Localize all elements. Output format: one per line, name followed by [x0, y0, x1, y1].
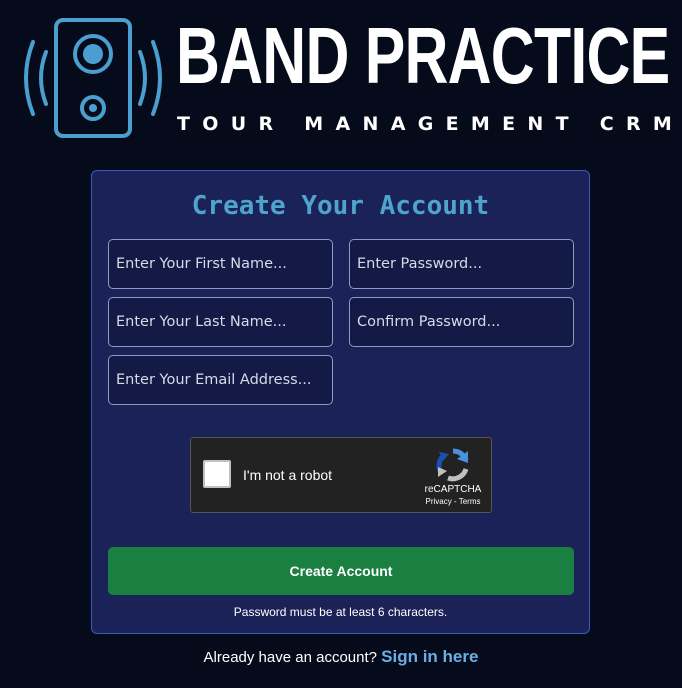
recaptcha-link-separator: -	[451, 497, 459, 506]
recaptcha-label: I'm not a robot	[243, 467, 333, 483]
recaptcha-brand: reCAPTCHA	[424, 484, 482, 495]
email-input[interactable]	[108, 355, 333, 405]
signin-link[interactable]: Sign in here	[381, 647, 478, 666]
recaptcha-checkbox[interactable]	[203, 460, 231, 488]
recaptcha-links: Privacy - Terms	[401, 497, 505, 507]
signin-prompt-text: Already have an account?	[203, 649, 377, 666]
speaker-icon	[24, 18, 162, 138]
recaptcha-icon	[436, 448, 469, 482]
create-account-card: Create Your Account I'm not a robot reCA…	[91, 170, 590, 634]
signup-page: BAND PRACTICE TOUR MANAGEMENT CRM Create…	[0, 0, 682, 688]
confirm-password-input[interactable]	[349, 297, 574, 347]
password-input[interactable]	[349, 239, 574, 289]
signin-prompt: Already have an account? Sign in here	[0, 646, 682, 669]
create-account-button[interactable]: Create Account	[108, 547, 574, 595]
brand-title: BAND PRACTICE	[176, 11, 670, 100]
recaptcha-privacy-link[interactable]: Privacy	[426, 497, 452, 506]
first-name-input[interactable]	[108, 239, 333, 289]
form-title: Create Your Account	[191, 191, 490, 221]
last-name-input[interactable]	[108, 297, 333, 347]
recaptcha-terms-link[interactable]: Terms	[459, 497, 481, 506]
brand-subtitle: TOUR MANAGEMENT CRM	[177, 113, 682, 135]
recaptcha-widget: I'm not a robot reCAPTCHA Privacy - Term…	[190, 437, 492, 513]
password-hint: Password must be at least 6 characters.	[233, 605, 448, 619]
brand-logo: BAND PRACTICE TOUR MANAGEMENT CRM	[0, 0, 682, 150]
